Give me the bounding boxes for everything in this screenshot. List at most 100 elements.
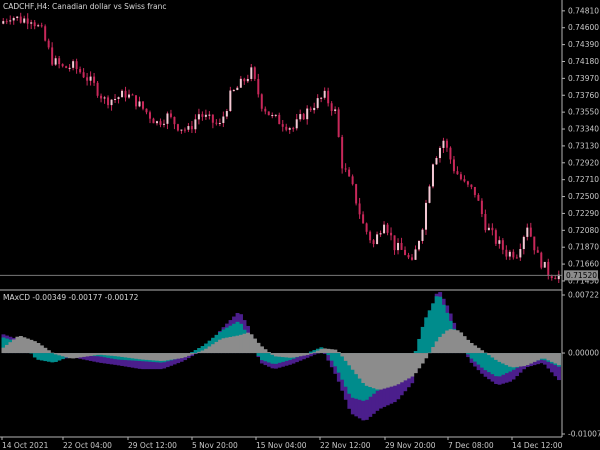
histogram-bar-gray xyxy=(274,353,278,357)
histogram-bar-gray xyxy=(15,336,20,354)
histogram-bar-gray xyxy=(462,336,467,354)
histogram-bar-gray xyxy=(239,334,243,354)
price-chart[interactable]: 0.74810 0.74600 0.74390 0.74180 0.73970 0.737… xyxy=(0,0,600,450)
candle-body xyxy=(397,242,400,251)
candle-body xyxy=(484,214,487,231)
price-tick-label: 0.74810 xyxy=(568,6,599,15)
histogram-bar-gray xyxy=(162,353,167,361)
price-tick-label: 0.74390 xyxy=(568,40,599,49)
candle-body xyxy=(512,251,515,258)
histogram-bar-teal xyxy=(420,326,425,354)
price-tick-label: 0.72710 xyxy=(568,175,599,184)
candle-body xyxy=(197,114,200,120)
histogram-bar-gray xyxy=(298,353,303,357)
histogram-bar-gray xyxy=(389,353,394,387)
histogram-bar-gray xyxy=(232,336,236,354)
histogram-bar-gray xyxy=(483,352,488,354)
candle-body xyxy=(30,22,33,24)
price-tick-label: 0.73970 xyxy=(568,74,599,83)
candle-body xyxy=(407,254,410,258)
histogram-bar-gray xyxy=(326,348,331,354)
candle-body xyxy=(526,227,529,237)
histogram-bar-teal xyxy=(263,353,268,362)
histogram-bar-gray xyxy=(260,346,264,354)
histogram-bar-gray xyxy=(459,332,464,354)
candle-body xyxy=(232,90,235,92)
histogram-bar-gray xyxy=(550,353,554,362)
histogram-bar-gray xyxy=(396,353,401,385)
candle-body xyxy=(114,98,117,100)
histogram-bar-gray xyxy=(235,335,240,354)
candle-body xyxy=(320,97,323,99)
histogram-bar-gray xyxy=(504,353,509,366)
candle-body xyxy=(121,90,124,98)
candle-body xyxy=(44,26,47,41)
price-tick-label: 0.73760 xyxy=(568,91,599,100)
candle-body xyxy=(393,235,396,251)
indicator-tick-label: 0.00000 xyxy=(568,349,599,358)
candle-body xyxy=(299,114,302,120)
histogram-bar-gray xyxy=(144,353,149,360)
candle-body xyxy=(414,249,417,260)
histogram-bar-gray xyxy=(95,353,100,355)
time-tick-label: 14 Oct 2021 xyxy=(2,441,49,450)
candle-body xyxy=(243,78,246,82)
histogram-bar-gray xyxy=(511,353,516,368)
histogram-bar-gray xyxy=(204,348,209,354)
candle-body xyxy=(449,147,452,160)
histogram-bar-teal xyxy=(417,338,422,354)
histogram-bar-gray xyxy=(256,342,261,354)
candle-body xyxy=(68,67,71,69)
histogram-bar-gray xyxy=(172,353,177,360)
price-tick-label: 0.72920 xyxy=(568,158,599,167)
histogram-bar-gray xyxy=(18,336,23,354)
histogram-bar-gray xyxy=(127,353,132,358)
candle-body xyxy=(187,126,190,130)
candle-body xyxy=(162,123,165,125)
histogram-bar-gray xyxy=(277,353,282,357)
candle-body xyxy=(533,236,536,251)
candle-body xyxy=(470,184,473,187)
histogram-bar-gray xyxy=(253,338,257,354)
histogram-bar-gray xyxy=(452,329,457,354)
histogram-bar-gray xyxy=(169,353,174,360)
histogram-bar-gray xyxy=(270,353,275,355)
candle-body xyxy=(498,240,501,244)
histogram-bar-gray xyxy=(85,353,90,357)
histogram-bar-gray xyxy=(218,339,223,354)
histogram-bar-gray xyxy=(385,353,390,388)
histogram-bar-gray xyxy=(183,353,188,358)
histogram-bar-gray xyxy=(106,353,111,356)
candle-body xyxy=(173,116,176,125)
candle-body xyxy=(229,90,232,112)
histogram-bar-teal xyxy=(336,353,341,373)
candle-body xyxy=(166,113,169,124)
histogram-bar-gray xyxy=(246,332,250,354)
candle-body xyxy=(285,126,288,130)
histogram-bar-gray xyxy=(427,352,432,354)
histogram-bar-teal xyxy=(333,353,338,367)
histogram-bar-teal xyxy=(413,351,418,354)
candle-body xyxy=(477,194,480,201)
candle-body xyxy=(463,179,466,182)
histogram-bar-gray xyxy=(99,353,104,355)
histogram-bar-gray xyxy=(301,353,306,356)
histogram-bar-gray xyxy=(466,339,471,354)
histogram-bar-gray xyxy=(263,349,268,354)
histogram-bar-teal xyxy=(480,353,485,368)
histogram-bar-teal xyxy=(267,353,271,363)
histogram-bar-gray xyxy=(67,353,72,359)
histogram-bar-gray xyxy=(36,342,41,354)
candle-body xyxy=(264,108,267,112)
histogram-bar-gray xyxy=(406,353,411,379)
histogram-bar-gray xyxy=(469,342,474,354)
histogram-bar-gray xyxy=(193,353,198,354)
candle-body xyxy=(386,224,389,233)
histogram-bar-purple xyxy=(315,353,320,354)
candle-body xyxy=(288,128,291,130)
histogram-bar-gray xyxy=(242,333,247,354)
histogram-bar-teal xyxy=(46,353,51,362)
histogram-bar-gray xyxy=(211,344,216,354)
candle-body xyxy=(215,122,218,124)
candle-body xyxy=(190,126,193,130)
